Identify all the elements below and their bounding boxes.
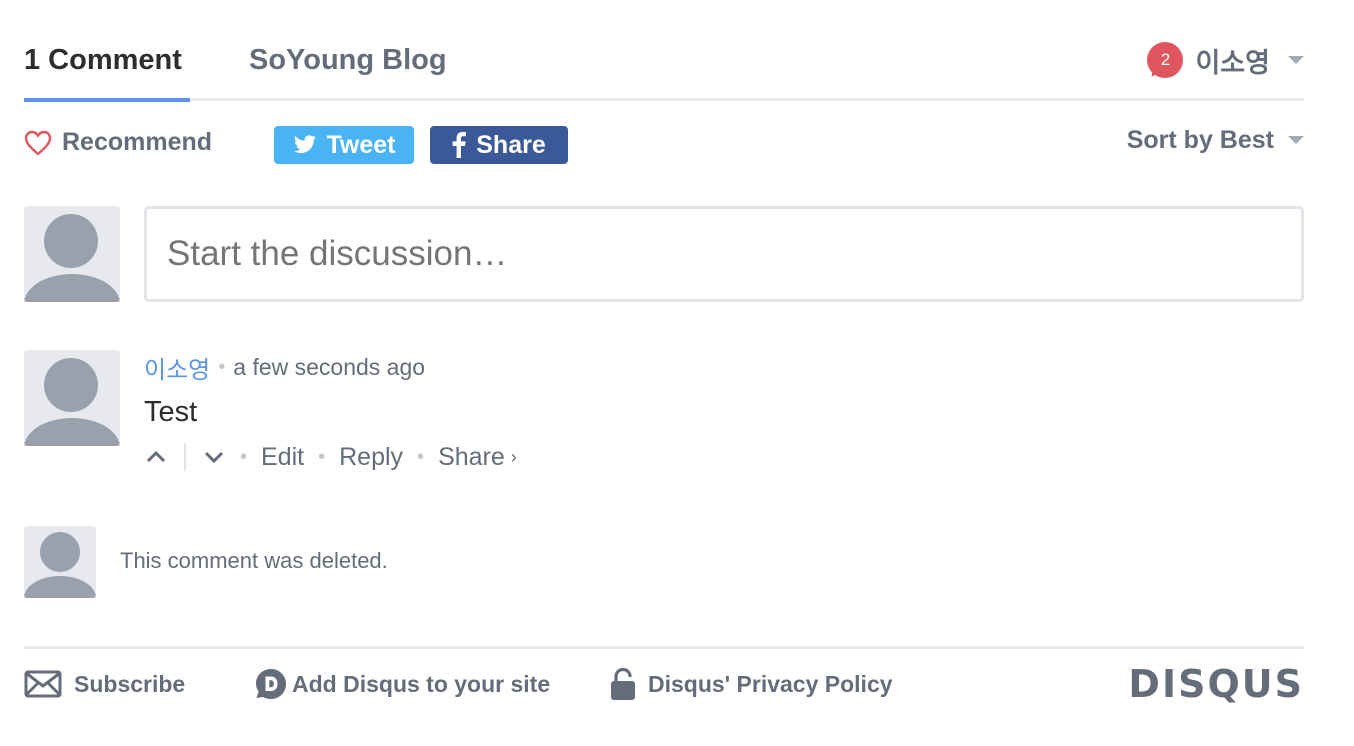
deleted-comment-avatar bbox=[24, 526, 96, 598]
separator-dot: • bbox=[318, 445, 326, 468]
chevron-down-icon bbox=[1288, 136, 1304, 144]
sort-dropdown[interactable]: Sort by Best bbox=[1127, 124, 1304, 156]
edit-link[interactable]: Edit bbox=[261, 443, 304, 472]
comment-author[interactable]: 이소영 bbox=[144, 350, 210, 385]
tweet-label: Tweet bbox=[326, 130, 396, 159]
lock-icon bbox=[611, 667, 635, 700]
separator-dot: • bbox=[417, 445, 425, 468]
chevron-right-icon: › bbox=[510, 446, 517, 467]
avatar-body bbox=[24, 274, 120, 302]
share-label: Share bbox=[476, 130, 546, 159]
comment-header: 이소영 • a few seconds ago bbox=[144, 350, 425, 384]
thread-actions: Recommend Tweet Share Sort by Best bbox=[24, 124, 1304, 166]
comment-actions: • Edit • Reply • Share › bbox=[144, 440, 517, 474]
disqus-d-icon bbox=[256, 669, 286, 699]
avatar bbox=[24, 206, 120, 302]
tweet-button[interactable]: Tweet bbox=[274, 126, 414, 164]
downvote-icon[interactable] bbox=[202, 445, 226, 469]
avatar-head bbox=[44, 214, 98, 268]
upvote-icon[interactable] bbox=[144, 445, 168, 469]
add-disqus-link[interactable]: Add Disqus to your site bbox=[254, 664, 550, 704]
avatar-head bbox=[44, 358, 98, 412]
disqus-logo[interactable]: DISQUS bbox=[1128, 662, 1304, 706]
comment-text: Test bbox=[144, 396, 198, 428]
sort-label: Sort by Best bbox=[1126, 125, 1274, 154]
user-menu[interactable]: 2 이소영 bbox=[1147, 40, 1304, 81]
reply-link[interactable]: Reply bbox=[339, 443, 403, 472]
chevron-down-icon[interactable] bbox=[1288, 56, 1304, 64]
separator-dot: • bbox=[240, 445, 248, 468]
nav-divider bbox=[24, 98, 1304, 101]
subscribe-link[interactable]: Subscribe bbox=[24, 664, 185, 704]
active-tab-indicator bbox=[24, 98, 190, 102]
recommend-label: Recommend bbox=[62, 128, 213, 156]
separator-dot: • bbox=[218, 355, 226, 378]
facebook-f-icon bbox=[452, 132, 467, 158]
comment-input[interactable] bbox=[144, 206, 1304, 302]
thread-nav: 1 Comment SoYoung Blog 2 이소영 bbox=[24, 36, 1304, 102]
avatar-body bbox=[24, 418, 120, 446]
comment-timestamp[interactable]: a few seconds ago bbox=[233, 354, 425, 381]
envelope-icon bbox=[24, 670, 62, 698]
user-name[interactable]: 이소영 bbox=[1195, 41, 1270, 80]
add-disqus-label: Add Disqus to your site bbox=[292, 670, 551, 697]
avatar-body bbox=[24, 576, 96, 598]
vote-divider bbox=[184, 443, 186, 471]
share-link[interactable]: Share bbox=[438, 443, 505, 472]
footer-divider bbox=[24, 646, 1304, 649]
avatar-head bbox=[40, 532, 80, 572]
twitter-bird-icon bbox=[293, 135, 316, 153]
subscribe-label: Subscribe bbox=[74, 670, 186, 697]
disqus-thread: 1 Comment SoYoung Blog 2 이소영 Recommend T… bbox=[24, 0, 1304, 746]
notification-badge[interactable]: 2 bbox=[1147, 42, 1184, 81]
notification-count: 2 bbox=[1147, 42, 1184, 78]
tab-community[interactable]: SoYoung Blog bbox=[249, 42, 447, 78]
heart-icon bbox=[24, 130, 52, 156]
facebook-share-button[interactable]: Share bbox=[430, 126, 568, 164]
privacy-label: Disqus' Privacy Policy bbox=[648, 670, 893, 697]
recommend-button[interactable]: Recommend bbox=[24, 128, 212, 157]
privacy-policy-link[interactable]: Disqus' Privacy Policy bbox=[610, 664, 893, 704]
tab-comments[interactable]: 1 Comment bbox=[24, 42, 182, 78]
deleted-comment-text: This comment was deleted. bbox=[120, 548, 388, 573]
comment-avatar[interactable] bbox=[24, 350, 120, 446]
